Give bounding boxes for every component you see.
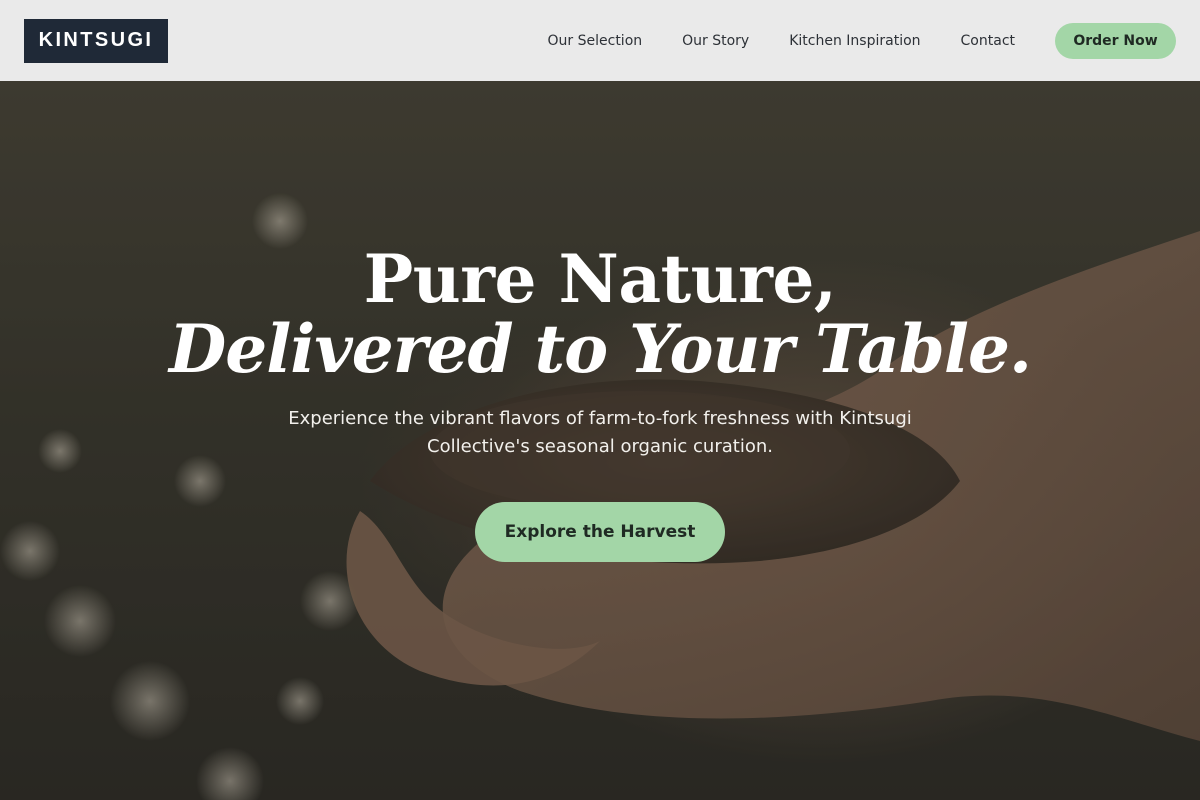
nav-link-our-story[interactable]: Our Story	[682, 33, 749, 49]
main-nav: Our Selection Our Story Kitchen Inspirat…	[548, 33, 1015, 49]
hero-subtitle: Experience the vibrant flavors of farm-t…	[288, 408, 912, 457]
brand-logo[interactable]: KINTSUGI	[24, 18, 168, 63]
nav-link-kitchen-inspiration[interactable]: Kitchen Inspiration	[789, 33, 920, 49]
explore-harvest-button[interactable]: Explore the Harvest	[475, 502, 725, 562]
nav-link-contact[interactable]: Contact	[961, 33, 1015, 49]
hero-title-line1: Pure Nature,	[363, 240, 837, 318]
site-header: KINTSUGI Our Selection Our Story Kitchen…	[0, 0, 1200, 81]
order-now-button[interactable]: Order Now	[1055, 22, 1176, 59]
hero-section: Pure Nature, Delivered to Your Table. Ex…	[0, 81, 1200, 800]
hero-title-line2: Delivered to Your Table.	[169, 310, 1032, 388]
nav-link-our-selection[interactable]: Our Selection	[548, 33, 643, 49]
